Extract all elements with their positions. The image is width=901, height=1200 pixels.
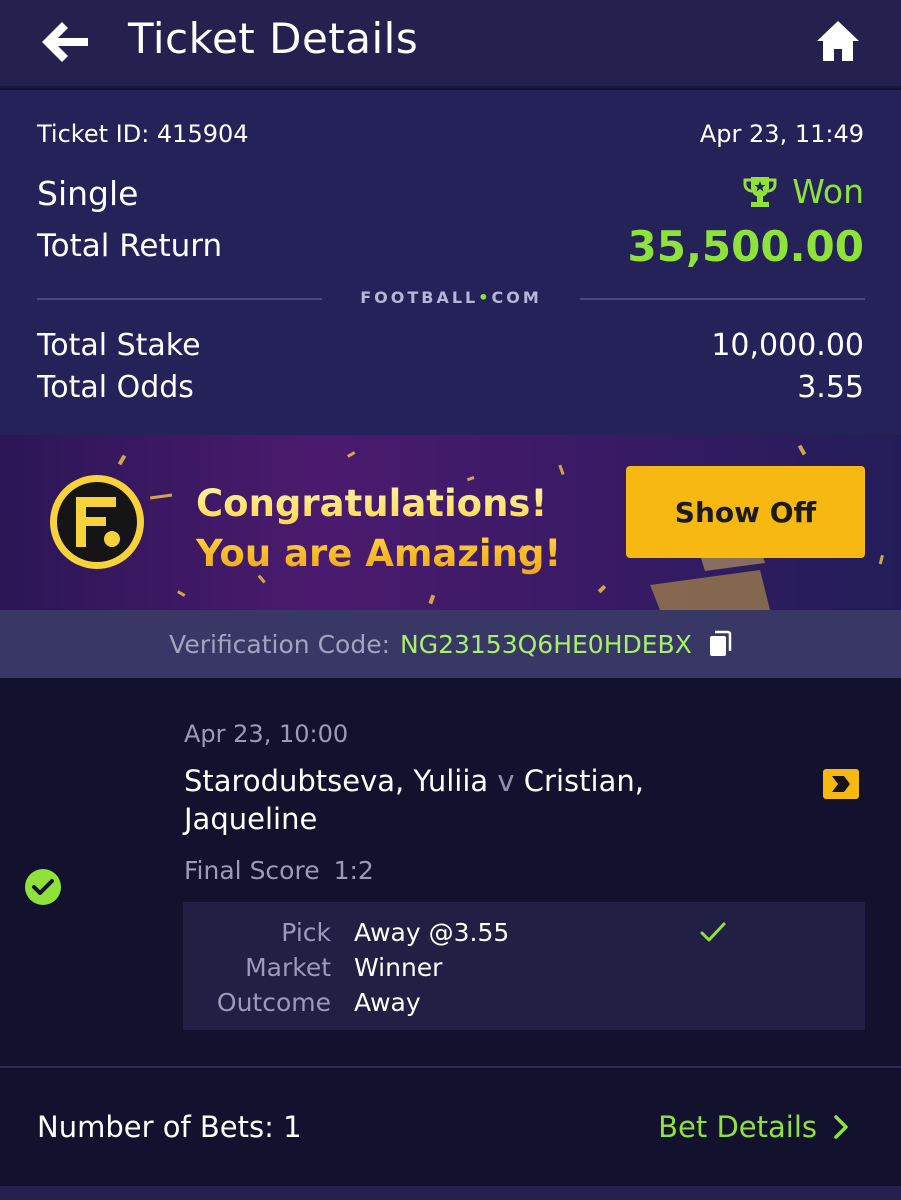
home-team: Starodubtseva, Yuliia bbox=[184, 764, 489, 798]
pick-value: Away @3.55 bbox=[354, 918, 726, 947]
ticket-summary: Ticket ID: 415904 Apr 23, 11:49 Single W… bbox=[0, 90, 901, 435]
market-value: Winner bbox=[354, 953, 443, 982]
home-icon bbox=[817, 21, 859, 61]
final-score-value: 1:2 bbox=[333, 856, 374, 885]
match-date: Apr 23, 10:00 bbox=[184, 720, 349, 748]
back-button[interactable] bbox=[38, 18, 94, 66]
divider bbox=[37, 298, 322, 300]
home-button[interactable] bbox=[812, 16, 864, 66]
total-return-value: 35,500.00 bbox=[627, 222, 864, 271]
status-text: Won bbox=[792, 172, 864, 211]
versus-label: v bbox=[497, 764, 515, 798]
outcome-label: Outcome bbox=[216, 988, 331, 1017]
pick-details: Pick Away @3.55 Market Winner Outcome Aw… bbox=[183, 902, 865, 1030]
chevron-right-icon bbox=[834, 1115, 848, 1139]
correct-tick-icon bbox=[700, 922, 726, 942]
footer-bar: Number of Bets: 1 Bet Details bbox=[0, 1068, 901, 1186]
final-score-label: Final Score bbox=[184, 856, 320, 885]
bet-details-link[interactable]: Bet Details bbox=[658, 1110, 849, 1144]
verification-code: NG23153Q6HE0HDEBX bbox=[400, 629, 692, 659]
pick-label: Pick bbox=[281, 918, 331, 947]
match-title: Starodubtseva, Yuliia v Cristian, Jaquel… bbox=[184, 762, 744, 838]
brand-logo-icon bbox=[50, 475, 144, 569]
verification-label: Verification Code: bbox=[169, 629, 391, 659]
bottom-strip bbox=[0, 1186, 901, 1200]
ticket-id: Ticket ID: 415904 bbox=[37, 120, 249, 148]
number-of-bets: Number of Bets: 1 bbox=[37, 1110, 302, 1144]
total-stake-value: 10,000.00 bbox=[711, 328, 864, 363]
market-label: Market bbox=[245, 953, 331, 982]
live-stream-icon[interactable] bbox=[822, 768, 860, 800]
total-stake-label: Total Stake bbox=[37, 328, 201, 363]
congrats-text: Congratulations! You are Amazing! bbox=[196, 479, 561, 579]
copy-icon[interactable] bbox=[708, 630, 732, 658]
outcome-value: Away bbox=[354, 988, 421, 1017]
divider bbox=[580, 298, 865, 300]
total-odds-value: 3.55 bbox=[797, 370, 864, 405]
ticket-date: Apr 23, 11:49 bbox=[699, 120, 864, 148]
market-row: Market Winner bbox=[183, 953, 865, 987]
arrow-left-icon bbox=[42, 22, 88, 62]
pick-row: Pick Away @3.55 bbox=[183, 918, 865, 952]
outcome-row: Outcome Away bbox=[183, 988, 865, 1022]
won-check-icon bbox=[25, 869, 61, 905]
brand-watermark: FOOTBALL•COM bbox=[360, 288, 542, 307]
final-score: Final Score 1:2 bbox=[184, 856, 374, 885]
total-odds-label: Total Odds bbox=[37, 370, 194, 405]
show-off-button[interactable]: Show Off bbox=[626, 466, 865, 558]
page-title: Ticket Details bbox=[128, 14, 419, 63]
bet-selection: Apr 23, 10:00 Starodubtseva, Yuliia v Cr… bbox=[0, 678, 901, 1066]
total-return-label: Total Return bbox=[37, 228, 223, 264]
status-badge: Won bbox=[742, 172, 864, 211]
congrats-banner: Congratulations! You are Amazing! Show O… bbox=[0, 435, 901, 610]
top-bar: Ticket Details bbox=[0, 0, 901, 88]
trophy-icon bbox=[743, 176, 777, 207]
verification-bar: Verification Code: NG23153Q6HE0HDEBX bbox=[0, 610, 901, 678]
bet-type: Single bbox=[37, 174, 139, 213]
